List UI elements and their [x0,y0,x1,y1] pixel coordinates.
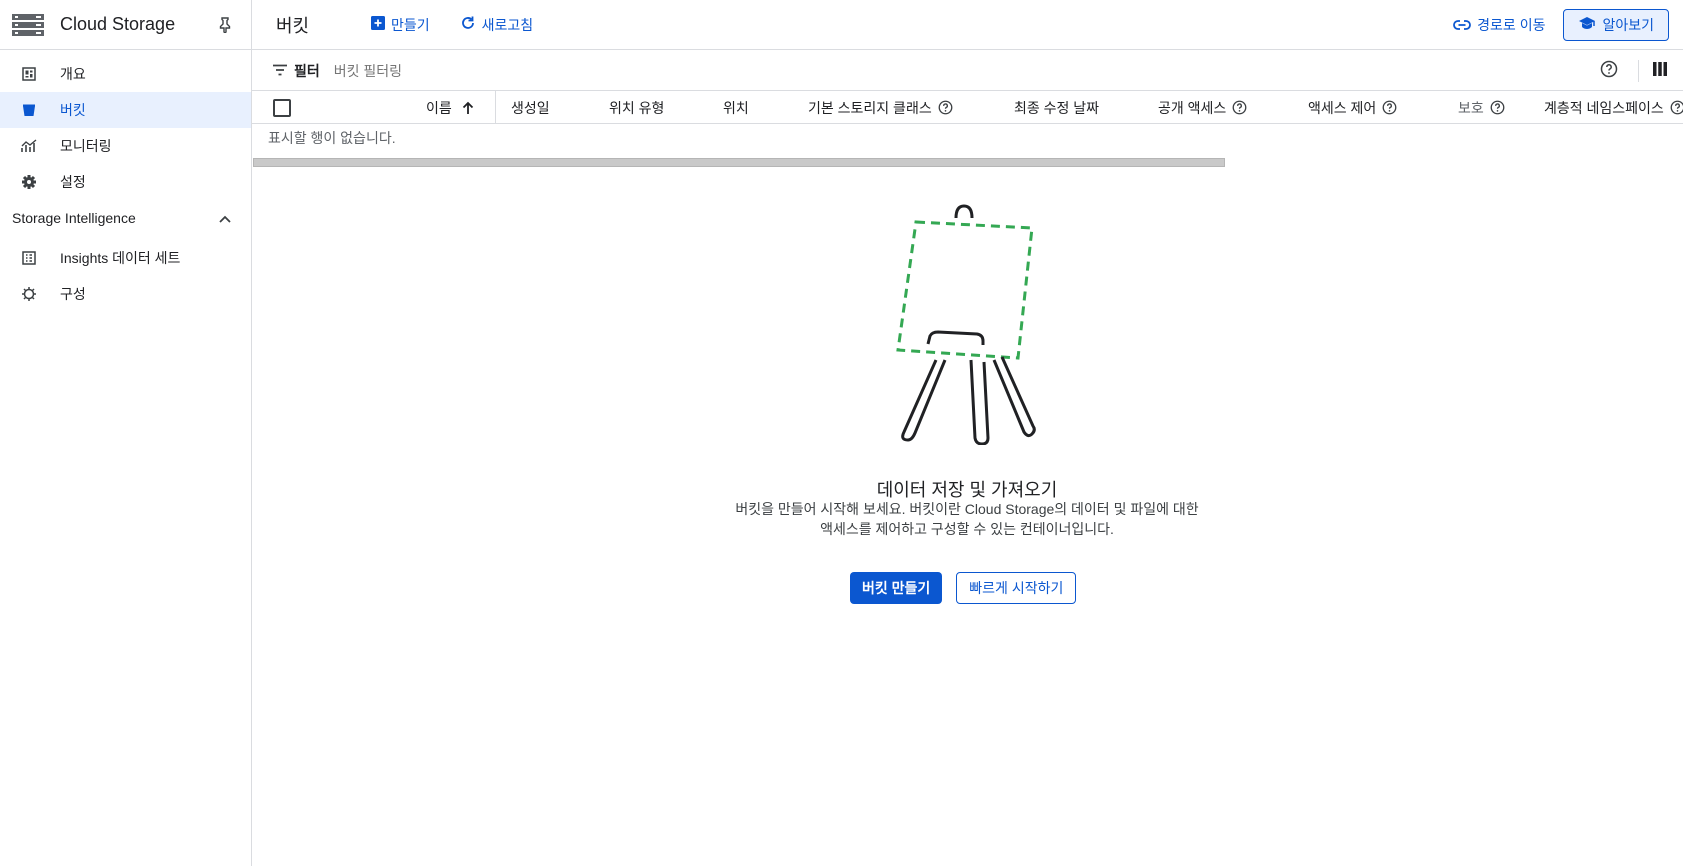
column-hierarchical-namespace[interactable]: 계층적 네임스페이스 [1544,91,1683,123]
table-empty-message: 표시할 행이 없습니다. [268,130,396,146]
column-last-modified[interactable]: 최종 수정 날짜 [1014,91,1099,123]
sidebar-item-insights-datasets[interactable]: Insights 데이터 세트 [0,240,251,276]
help-icon[interactable] [1670,100,1683,115]
learn-button-label: 알아보기 [1602,16,1654,33]
empty-state-desc-line2: 액세스를 제어하고 구성할 수 있는 컨테이너입니다. [820,521,1114,537]
config-icon [20,285,38,303]
column-access-control[interactable]: 액세스 제어 [1308,91,1397,123]
arrow-up-icon [462,101,474,115]
create-bucket-button[interactable]: 버킷 만들기 [850,572,943,604]
column-display-icon[interactable] [1653,62,1667,79]
help-icon[interactable] [1490,100,1505,115]
dashboard-icon [20,65,38,83]
go-to-path-label: 경로로 이동 [1477,16,1546,33]
empty-state-actions: 버킷 만들기 빠르게 시작하기 [850,572,1077,604]
sidebar: Cloud Storage 개요 버킷 모니터링 설정 Storage Inte… [0,0,252,866]
refresh-button-label: 새로고침 [481,16,534,33]
learn-button[interactable]: 알아보기 [1563,8,1669,41]
pin-icon[interactable] [215,15,235,35]
help-icon[interactable] [1600,60,1618,81]
sidebar-item-label: 설정 [60,174,86,190]
filter-label: 필터 [294,62,320,79]
add-box-icon [371,16,391,33]
school-icon [1578,16,1602,33]
empty-state-desc-line1: 버킷을 만들어 시작해 보세요. 버킷이란 Cloud Storage의 데이터… [735,501,1199,517]
sidebar-item-label: 모니터링 [60,138,112,154]
top-bar: 버킷 만들기 새로고침 경로로 이동 알아보기 [252,0,1683,50]
section-title: Storage Intelligence [12,210,136,226]
monitoring-icon [20,137,38,155]
sidebar-nav: 개요 버킷 모니터링 설정 [0,50,251,200]
horizontal-scrollbar[interactable] [253,158,1225,167]
help-icon[interactable] [1232,100,1247,115]
column-location[interactable]: 위치 [723,91,749,123]
refresh-button[interactable]: 새로고침 [460,15,534,35]
sidebar-item-label: 개요 [60,66,86,82]
quickstart-button[interactable]: 빠르게 시작하기 [956,572,1077,604]
help-icon[interactable] [1382,100,1397,115]
filter-icon [272,63,294,79]
sidebar-item-buckets[interactable]: 버킷 [0,92,251,128]
gear-icon [20,173,38,191]
sidebar-item-overview[interactable]: 개요 [0,56,251,92]
section-storage-intelligence[interactable]: Storage Intelligence [0,200,251,236]
sidebar-header: Cloud Storage [0,0,251,50]
column-name[interactable]: 이름 [426,91,474,123]
go-to-path-button[interactable]: 경로로 이동 [1453,15,1545,35]
chevron-up-icon [219,210,231,226]
column-created[interactable]: 생성일 [511,91,550,123]
product-name: Cloud Storage [60,14,176,34]
sidebar-section-nav: Insights 데이터 세트 구성 [0,236,251,312]
filter-bar: 필터 [252,51,1683,91]
column-default-storage-class[interactable]: 기본 스토리지 클래스 [808,91,953,123]
table-header: 이름 생성일 위치 유형 위치 기본 스토리지 클래스 최종 수정 날짜 공개 … [252,91,1683,124]
refresh-icon [460,15,482,34]
sidebar-item-settings[interactable]: 설정 [0,164,251,200]
sidebar-item-monitoring[interactable]: 모니터링 [0,128,251,164]
page-title: 버킷 [276,15,310,36]
dataset-icon [20,249,38,267]
sidebar-item-label: Insights 데이터 세트 [60,250,181,266]
sidebar-item-config[interactable]: 구성 [0,276,251,312]
filter-input[interactable] [333,62,634,79]
easel-illustration [896,204,1036,445]
sidebar-item-label: 버킷 [60,102,86,118]
column-protection[interactable]: 보호 [1458,91,1505,123]
link-icon [1453,17,1477,33]
help-icon[interactable] [938,100,953,115]
create-button[interactable]: 만들기 [371,15,430,35]
create-button-label: 만들기 [391,16,430,33]
select-all-checkbox[interactable] [273,91,291,123]
empty-state-description: 버킷을 만들어 시작해 보세요. 버킷이란 Cloud Storage의 데이터… [727,499,1207,539]
filter-button[interactable]: 필터 [272,61,320,81]
column-location-type[interactable]: 위치 유형 [609,91,664,123]
column-public-access[interactable]: 공개 액세스 [1158,91,1247,123]
sidebar-item-label: 구성 [60,286,86,302]
cloud-storage-icon [12,13,44,37]
bucket-icon [20,101,38,119]
